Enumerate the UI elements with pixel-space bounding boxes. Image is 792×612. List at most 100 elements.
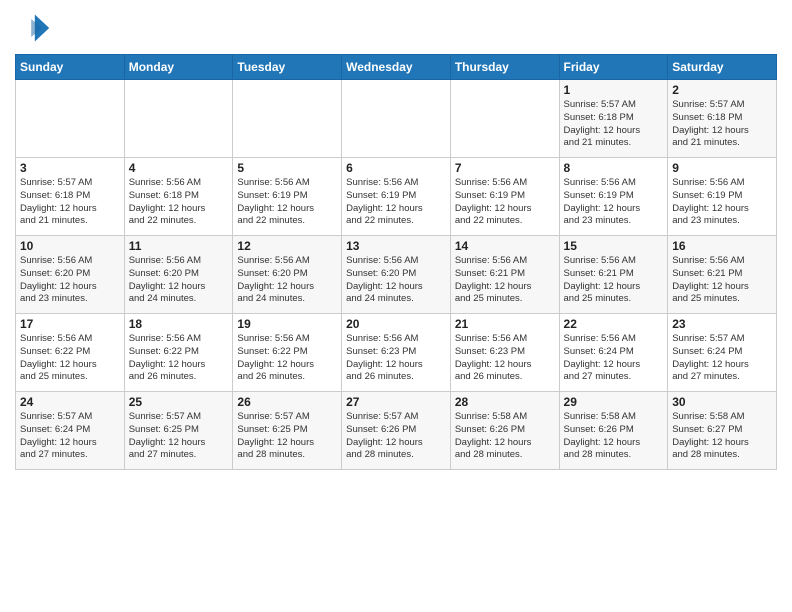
- day-number: 8: [564, 161, 664, 175]
- day-number: 16: [672, 239, 772, 253]
- calendar-cell: 4 Sunrise: 5:56 AM Sunset: 6:18 PM Daylig…: [124, 158, 233, 236]
- calendar-cell: 27 Sunrise: 5:57 AM Sunset: 6:26 PM Dayli…: [342, 392, 451, 470]
- calendar-cell: 12 Sunrise: 5:56 AM Sunset: 6:20 PM Dayli…: [233, 236, 342, 314]
- calendar-cell: 9 Sunrise: 5:56 AM Sunset: 6:19 PM Daylig…: [668, 158, 777, 236]
- day-info: Sunrise: 5:56 AM Sunset: 6:19 PM Dayligh…: [564, 177, 664, 228]
- calendar-week-2: 3Sunrise: 5:57 AM Sunset: 6:18 PM Daylig…: [16, 158, 777, 236]
- day-number: 18: [129, 317, 229, 331]
- day-number: 15: [564, 239, 664, 253]
- calendar-cell: 18 Sunrise: 5:56 AM Sunset: 6:22 PM Dayli…: [124, 314, 233, 392]
- day-number: 22: [564, 317, 664, 331]
- calendar-cell: 17 Sunrise: 5:56 AM Sunset: 6:22 PM Dayli…: [16, 314, 125, 392]
- day-info: Sunrise: 5:56 AM Sunset: 6:19 PM Dayligh…: [346, 177, 446, 228]
- day-info: Sunrise: 5:56 AM Sunset: 6:20 PM Dayligh…: [129, 255, 229, 306]
- day-info: Sunrise: 5:58 AM Sunset: 6:27 PM Dayligh…: [672, 411, 772, 462]
- day-number: 2: [672, 83, 772, 97]
- calendar-cell: 16 Sunrise: 5:56 AM Sunset: 6:21 PM Dayli…: [668, 236, 777, 314]
- day-info: Sunrise: 5:57 AM Sunset: 6:18 PM Dayligh…: [672, 99, 772, 150]
- calendar-cell: [450, 80, 559, 158]
- day-number: 30: [672, 395, 772, 409]
- day-info: Sunrise: 5:57 AM Sunset: 6:26 PM Dayligh…: [346, 411, 446, 462]
- day-info: Sunrise: 5:58 AM Sunset: 6:26 PM Dayligh…: [455, 411, 555, 462]
- day-number: 13: [346, 239, 446, 253]
- calendar-cell: 13 Sunrise: 5:56 AM Sunset: 6:20 PM Dayli…: [342, 236, 451, 314]
- day-info: Sunrise: 5:56 AM Sunset: 6:21 PM Dayligh…: [564, 255, 664, 306]
- day-info: Sunrise: 5:56 AM Sunset: 6:20 PM Dayligh…: [20, 255, 120, 306]
- day-number: 23: [672, 317, 772, 331]
- day-info: Sunrise: 5:57 AM Sunset: 6:25 PM Dayligh…: [129, 411, 229, 462]
- day-header-sunday: Sunday: [16, 55, 125, 80]
- calendar-cell: 21 Sunrise: 5:56 AM Sunset: 6:23 PM Dayli…: [450, 314, 559, 392]
- day-number: 7: [455, 161, 555, 175]
- day-header-thursday: Thursday: [450, 55, 559, 80]
- day-info: Sunrise: 5:56 AM Sunset: 6:20 PM Dayligh…: [237, 255, 337, 306]
- day-header-saturday: Saturday: [668, 55, 777, 80]
- day-number: 25: [129, 395, 229, 409]
- calendar-cell: 15 Sunrise: 5:56 AM Sunset: 6:21 PM Dayli…: [559, 236, 668, 314]
- day-header-wednesday: Wednesday: [342, 55, 451, 80]
- calendar-cell: [233, 80, 342, 158]
- calendar-week-5: 24Sunrise: 5:57 AM Sunset: 6:24 PM Dayli…: [16, 392, 777, 470]
- header: [15, 10, 777, 46]
- calendar-cell: 11Sunrise: 5:56 AM Sunset: 6:20 PM Dayli…: [124, 236, 233, 314]
- day-number: 4: [129, 161, 229, 175]
- day-info: Sunrise: 5:56 AM Sunset: 6:23 PM Dayligh…: [455, 333, 555, 384]
- day-info: Sunrise: 5:56 AM Sunset: 6:19 PM Dayligh…: [672, 177, 772, 228]
- calendar-cell: 22Sunrise: 5:56 AM Sunset: 6:24 PM Dayli…: [559, 314, 668, 392]
- page: SundayMondayTuesdayWednesdayThursdayFrid…: [0, 0, 792, 612]
- day-info: Sunrise: 5:56 AM Sunset: 6:20 PM Dayligh…: [346, 255, 446, 306]
- calendar-cell: 30 Sunrise: 5:58 AM Sunset: 6:27 PM Dayli…: [668, 392, 777, 470]
- calendar-cell: 1 Sunrise: 5:57 AM Sunset: 6:18 PM Daylig…: [559, 80, 668, 158]
- calendar-cell: 2 Sunrise: 5:57 AM Sunset: 6:18 PM Daylig…: [668, 80, 777, 158]
- day-header-tuesday: Tuesday: [233, 55, 342, 80]
- day-number: 12: [237, 239, 337, 253]
- day-number: 27: [346, 395, 446, 409]
- calendar-cell: 23 Sunrise: 5:57 AM Sunset: 6:24 PM Dayli…: [668, 314, 777, 392]
- day-info: Sunrise: 5:56 AM Sunset: 6:22 PM Dayligh…: [129, 333, 229, 384]
- calendar-cell: 29 Sunrise: 5:58 AM Sunset: 6:26 PM Dayli…: [559, 392, 668, 470]
- calendar-cell: 26 Sunrise: 5:57 AM Sunset: 6:25 PM Dayli…: [233, 392, 342, 470]
- calendar-cell: [124, 80, 233, 158]
- calendar-cell: 19Sunrise: 5:56 AM Sunset: 6:22 PM Dayli…: [233, 314, 342, 392]
- calendar-cell: 8 Sunrise: 5:56 AM Sunset: 6:19 PM Daylig…: [559, 158, 668, 236]
- calendar-cell: 24Sunrise: 5:57 AM Sunset: 6:24 PM Dayli…: [16, 392, 125, 470]
- logo: [15, 10, 55, 46]
- day-info: Sunrise: 5:56 AM Sunset: 6:21 PM Dayligh…: [455, 255, 555, 306]
- calendar-cell: 28 Sunrise: 5:58 AM Sunset: 6:26 PM Dayli…: [450, 392, 559, 470]
- calendar-cell: 3Sunrise: 5:57 AM Sunset: 6:18 PM Daylig…: [16, 158, 125, 236]
- day-number: 21: [455, 317, 555, 331]
- calendar-week-1: 1 Sunrise: 5:57 AM Sunset: 6:18 PM Daylig…: [16, 80, 777, 158]
- day-info: Sunrise: 5:57 AM Sunset: 6:18 PM Dayligh…: [20, 177, 120, 228]
- day-info: Sunrise: 5:57 AM Sunset: 6:24 PM Dayligh…: [672, 333, 772, 384]
- day-info: Sunrise: 5:57 AM Sunset: 6:18 PM Dayligh…: [564, 99, 664, 150]
- day-number: 1: [564, 83, 664, 97]
- day-number: 9: [672, 161, 772, 175]
- calendar-cell: 5 Sunrise: 5:56 AM Sunset: 6:19 PM Daylig…: [233, 158, 342, 236]
- day-info: Sunrise: 5:56 AM Sunset: 6:21 PM Dayligh…: [672, 255, 772, 306]
- day-number: 24: [20, 395, 120, 409]
- day-number: 20: [346, 317, 446, 331]
- day-info: Sunrise: 5:57 AM Sunset: 6:25 PM Dayligh…: [237, 411, 337, 462]
- day-info: Sunrise: 5:56 AM Sunset: 6:22 PM Dayligh…: [20, 333, 120, 384]
- calendar: SundayMondayTuesdayWednesdayThursdayFrid…: [15, 54, 777, 470]
- calendar-cell: 6Sunrise: 5:56 AM Sunset: 6:19 PM Daylig…: [342, 158, 451, 236]
- calendar-cell: 7 Sunrise: 5:56 AM Sunset: 6:19 PM Daylig…: [450, 158, 559, 236]
- day-info: Sunrise: 5:56 AM Sunset: 6:18 PM Dayligh…: [129, 177, 229, 228]
- day-info: Sunrise: 5:56 AM Sunset: 6:22 PM Dayligh…: [237, 333, 337, 384]
- day-number: 28: [455, 395, 555, 409]
- day-info: Sunrise: 5:56 AM Sunset: 6:19 PM Dayligh…: [237, 177, 337, 228]
- day-info: Sunrise: 5:56 AM Sunset: 6:19 PM Dayligh…: [455, 177, 555, 228]
- day-number: 29: [564, 395, 664, 409]
- calendar-week-4: 17 Sunrise: 5:56 AM Sunset: 6:22 PM Dayli…: [16, 314, 777, 392]
- day-info: Sunrise: 5:58 AM Sunset: 6:26 PM Dayligh…: [564, 411, 664, 462]
- day-header-monday: Monday: [124, 55, 233, 80]
- day-number: 10: [20, 239, 120, 253]
- day-header-friday: Friday: [559, 55, 668, 80]
- calendar-cell: [16, 80, 125, 158]
- day-number: 17: [20, 317, 120, 331]
- calendar-cell: [342, 80, 451, 158]
- day-number: 14: [455, 239, 555, 253]
- day-number: 26: [237, 395, 337, 409]
- day-number: 5: [237, 161, 337, 175]
- calendar-week-3: 10 Sunrise: 5:56 AM Sunset: 6:20 PM Dayli…: [16, 236, 777, 314]
